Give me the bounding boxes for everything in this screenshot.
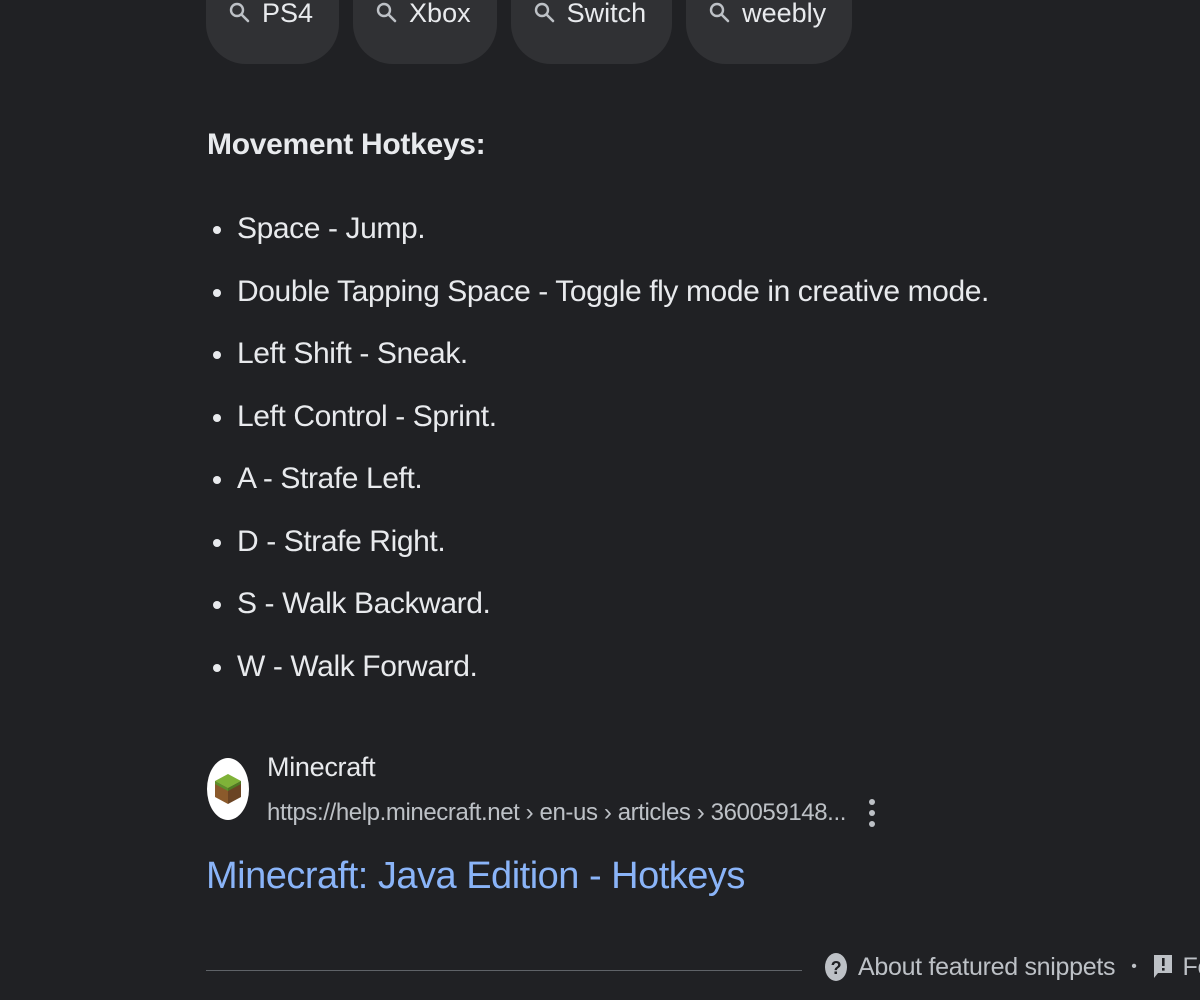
bullet-icon: [213, 288, 221, 297]
chip-label: weebly: [742, 0, 827, 28]
bullet-icon: [213, 663, 221, 672]
bullet-icon: [213, 226, 221, 234]
chip-label: Switch: [566, 0, 647, 28]
result-title-link[interactable]: Minecraft: Java Edition - Hotkeys: [206, 855, 745, 898]
list-item-text: D - Strafe Right.: [237, 524, 446, 558]
source-attribution[interactable]: Minecraft https://help.minecraft.net › e…: [207, 752, 884, 831]
snippet-footer: ? About featured snippets • Feedback: [824, 952, 1200, 982]
list-item-text: Left Shift - Sneak.: [237, 337, 468, 370]
hotkey-list: Space - Jump. Double Tapping Space - Tog…: [207, 198, 989, 698]
bullet-icon: [213, 351, 221, 359]
chip-xbox[interactable]: Xbox: [353, 0, 497, 64]
url-row: https://help.minecraft.net › en-us › art…: [267, 795, 884, 831]
chip-ps4[interactable]: PS4: [206, 0, 340, 64]
source-text: Minecraft https://help.minecraft.net › e…: [267, 752, 884, 831]
bullet-icon: [213, 601, 221, 609]
feedback-icon: [1153, 954, 1173, 980]
footer-separator: •: [1131, 958, 1137, 975]
bullet-icon: [213, 413, 221, 422]
minecraft-grass-block-icon: [207, 758, 249, 820]
bullet-icon: [213, 476, 221, 484]
about-featured-snippets-link[interactable]: ? About featured snippets: [824, 952, 1115, 982]
list-item-text: Left Control - Sprint.: [237, 399, 497, 433]
site-name[interactable]: Minecraft: [267, 752, 884, 782]
list-item-text: W - Walk Forward.: [237, 649, 478, 683]
site-url[interactable]: https://help.minecraft.net › en-us › art…: [267, 799, 846, 827]
svg-text:?: ?: [831, 958, 842, 978]
list-item: D - Strafe Right.: [207, 511, 989, 574]
list-item-text: Double Tapping Space - Toggle fly mode i…: [237, 274, 989, 308]
feedback-link[interactable]: Feedback: [1153, 953, 1200, 982]
search-icon: [708, 1, 732, 25]
list-item: S - Walk Backward.: [207, 573, 989, 636]
list-item: Left Shift - Sneak.: [207, 323, 989, 386]
list-item: W - Walk Forward.: [207, 636, 989, 699]
list-item-text: Space - Jump.: [237, 212, 426, 245]
list-item: Space - Jump.: [207, 198, 989, 261]
chip-switch[interactable]: Switch: [510, 0, 673, 64]
search-icon: [533, 1, 557, 25]
chip-label: Xbox: [409, 0, 471, 28]
list-item: A - Strafe Left.: [207, 448, 989, 511]
search-icon: [375, 1, 399, 25]
about-label: About featured snippets: [858, 952, 1116, 981]
bullet-icon: [213, 538, 221, 547]
chip-weebly[interactable]: weebly: [686, 0, 853, 64]
search-results-page: PS4 Xbox Switch weebly Movement Hotkeys:…: [0, 0, 1200, 1000]
feedback-label: Feedback: [1182, 952, 1200, 981]
list-item: Double Tapping Space - Toggle fly mode i…: [207, 261, 989, 324]
snippet-heading: Movement Hotkeys:: [207, 128, 486, 161]
chip-label: PS4: [262, 0, 314, 28]
list-item: Left Control - Sprint.: [207, 386, 989, 449]
footer-divider: [206, 970, 802, 971]
help-icon: ?: [824, 952, 848, 982]
related-searches-chips: PS4 Xbox Switch weebly: [206, 0, 853, 64]
more-vert-icon[interactable]: [860, 795, 884, 831]
list-item-text: A - Strafe Left.: [237, 462, 423, 495]
list-item-text: S - Walk Backward.: [237, 587, 491, 620]
search-icon: [228, 1, 252, 25]
